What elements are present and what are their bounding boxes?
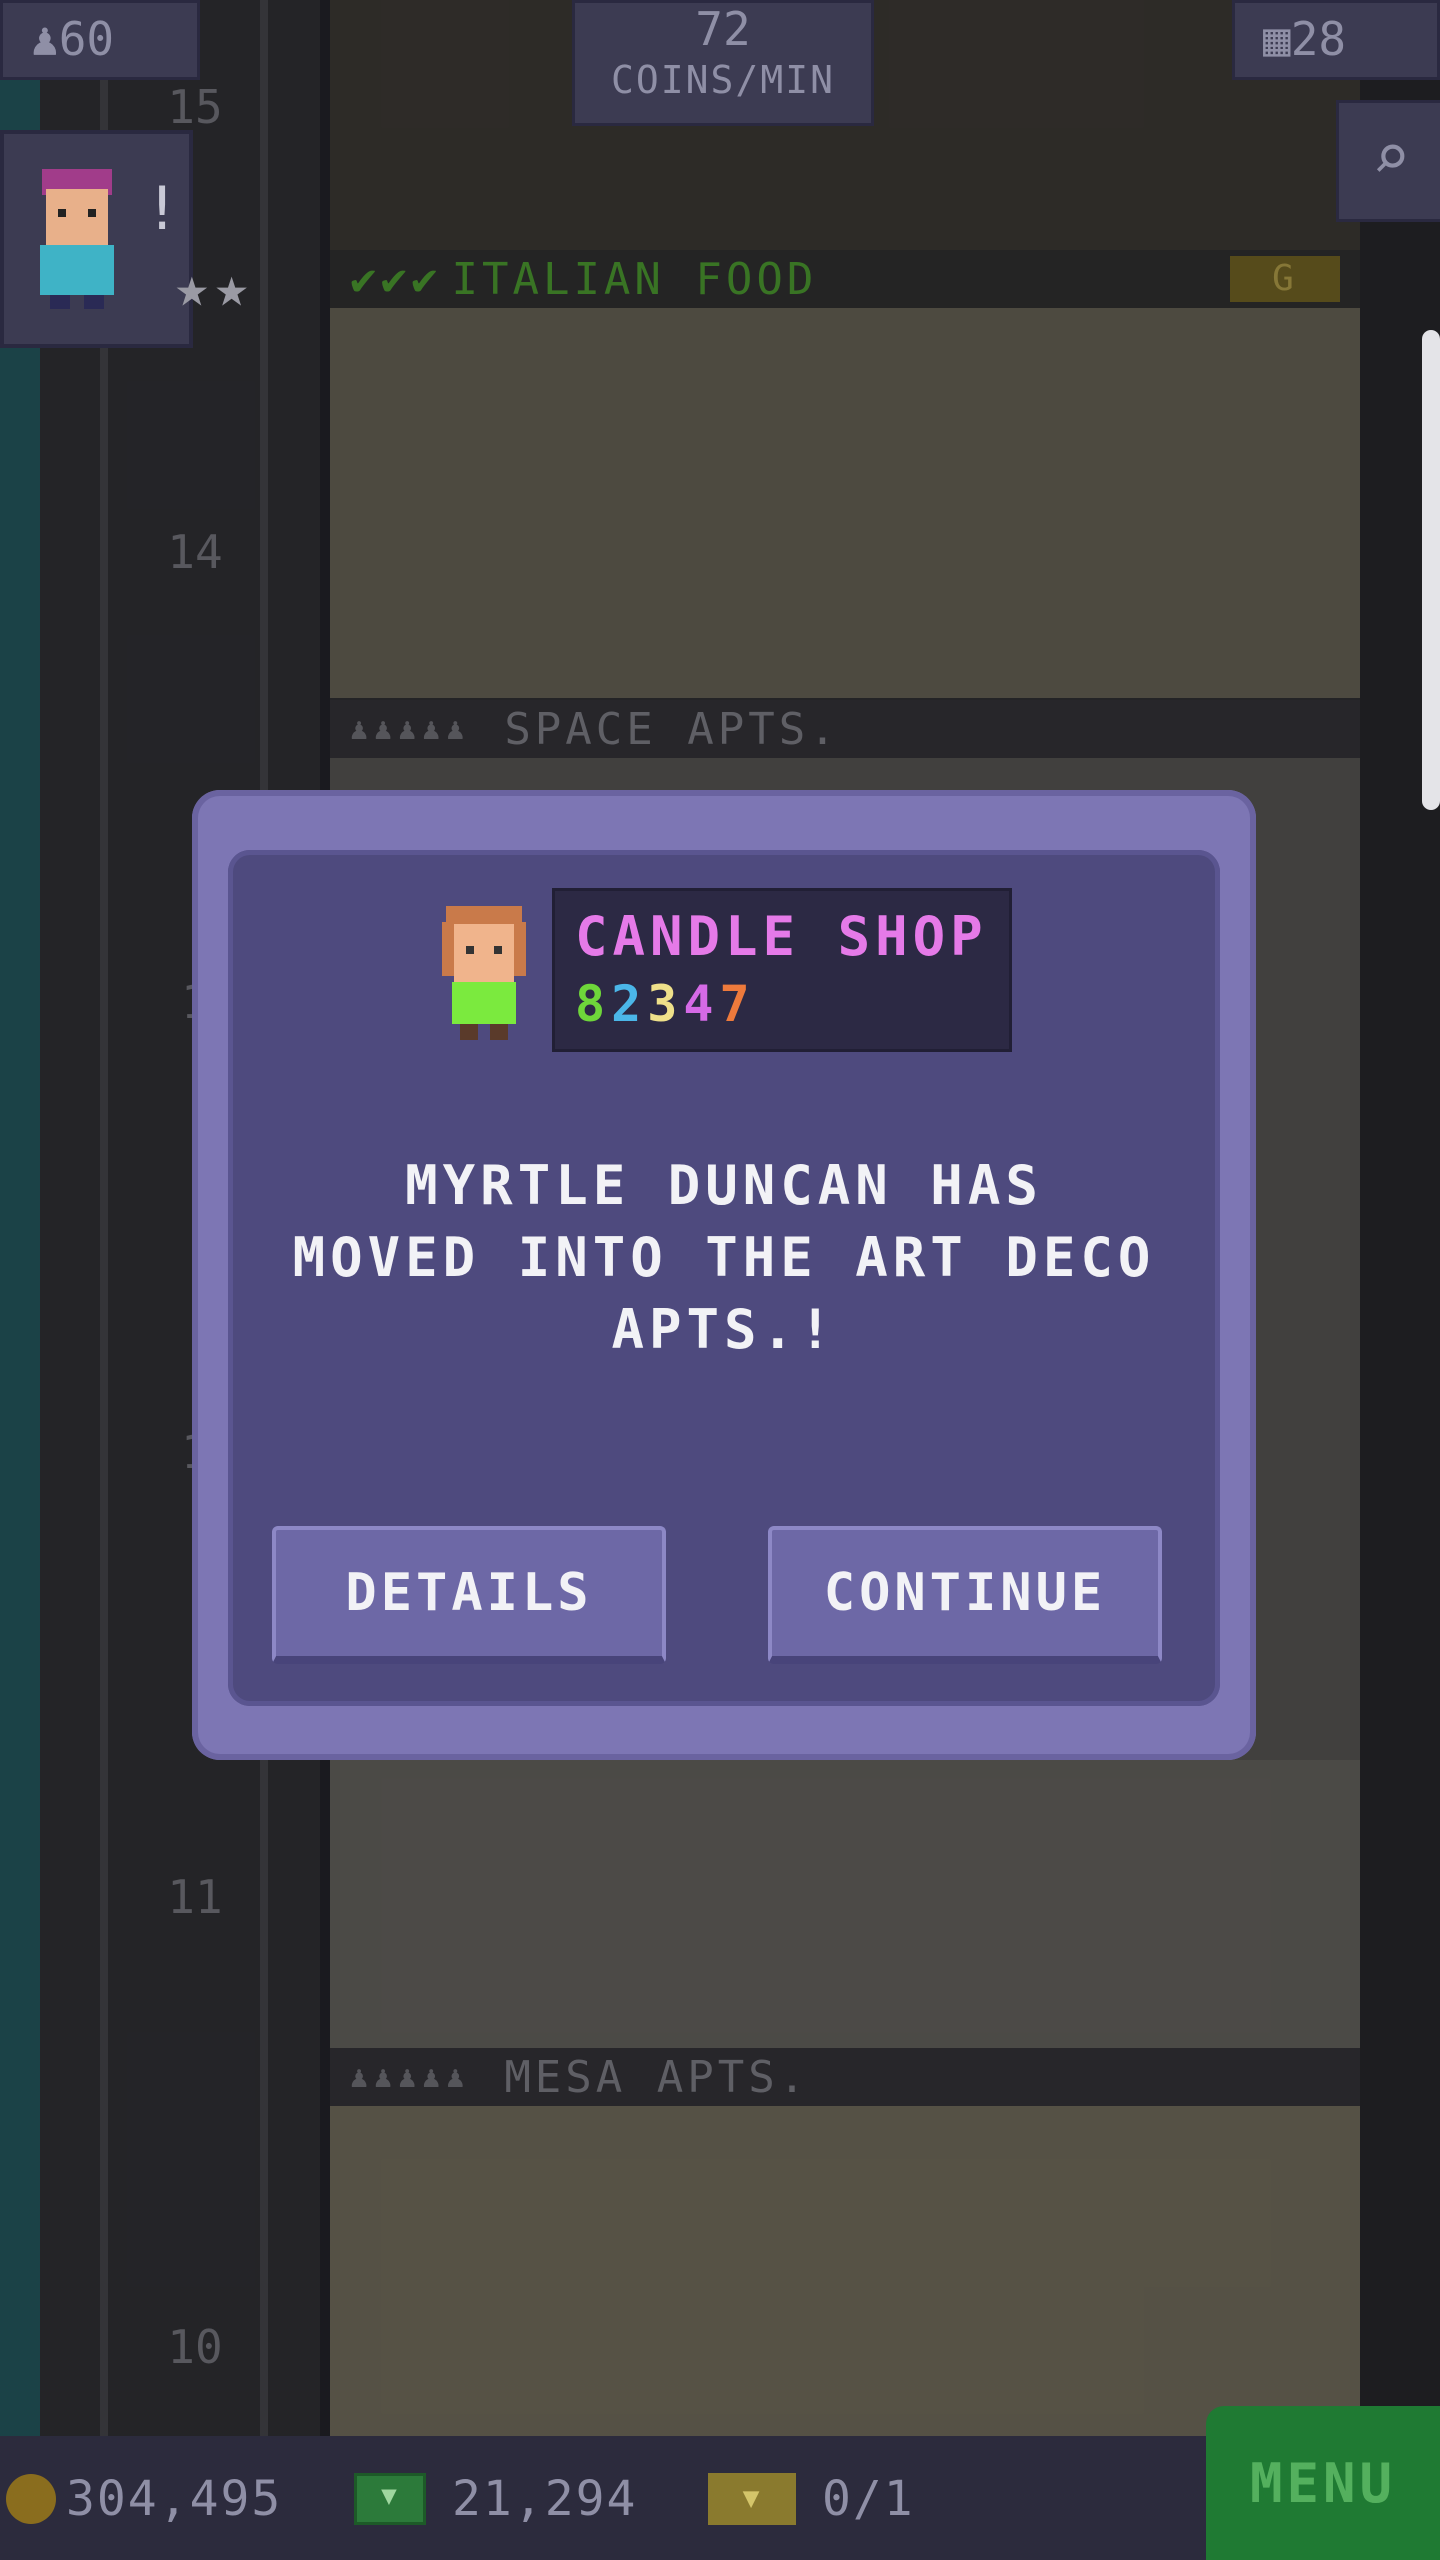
move-in-message: MYRTLE DUNCAN HAS MOVED INTO THE ART DEC… <box>292 1154 1156 1361</box>
continue-button[interactable]: CONTINUE <box>768 1526 1162 1664</box>
coins-value: 304,495 <box>66 2471 283 2527</box>
tickets-display[interactable]: ▼ 0/1 <box>708 2454 915 2544</box>
visitor-avatar <box>40 169 114 309</box>
person-icon: ♟ <box>31 12 59 66</box>
tickets-value: 0/1 <box>822 2471 915 2527</box>
coin-icon <box>6 2474 56 2524</box>
shop-name: CANDLE SHOP <box>575 905 988 968</box>
search-icon: ⌕ <box>1371 121 1411 195</box>
floors-counter[interactable]: ▦28 <box>1232 0 1440 80</box>
bux-icon: ▼ <box>354 2473 426 2525</box>
shop-info: CANDLE SHOP 82347 <box>552 888 1012 1052</box>
building-icon: ▦ <box>1263 12 1291 66</box>
scroll-indicator[interactable] <box>1422 330 1440 810</box>
bux-display[interactable]: ▼ 21,294 <box>354 2454 637 2544</box>
population-counter[interactable]: ♟60 <box>0 0 200 80</box>
bux-value: 21,294 <box>452 2471 638 2527</box>
floors-value: 28 <box>1290 12 1347 66</box>
menu-button[interactable]: MENU <box>1206 2406 1440 2560</box>
code-digit: 2 <box>611 975 648 1033</box>
coins-display[interactable]: 304,495 <box>6 2454 282 2544</box>
code-digit: 7 <box>719 975 756 1033</box>
population-value: 60 <box>58 12 115 66</box>
code-digit: 8 <box>575 975 612 1033</box>
dialog-header: CANDLE SHOP 82347 <box>434 888 1014 1058</box>
coins-per-min[interactable]: 72 COINS/MIN <box>572 0 874 126</box>
alert-icon: ! <box>144 174 181 244</box>
shop-code: 82347 <box>575 975 756 1033</box>
code-digit: 3 <box>647 975 684 1033</box>
ticket-icon: ▼ <box>708 2473 796 2525</box>
coins-per-min-label: COINS/MIN <box>611 58 835 102</box>
details-button[interactable]: DETAILS <box>272 1526 666 1664</box>
dialog-body: CANDLE SHOP 82347 MYRTLE DUNCAN HAS MOVE… <box>228 850 1220 1706</box>
star-rating-icon: ★★ <box>175 255 255 320</box>
search-button[interactable]: ⌕ <box>1336 100 1440 222</box>
coins-per-min-value: 72 <box>695 2 751 56</box>
visitor-notification[interactable]: ! <box>0 130 193 348</box>
code-digit: 4 <box>683 975 720 1033</box>
move-in-dialog: CANDLE SHOP 82347 MYRTLE DUNCAN HAS MOVE… <box>192 790 1256 1760</box>
resident-avatar <box>442 906 526 1040</box>
